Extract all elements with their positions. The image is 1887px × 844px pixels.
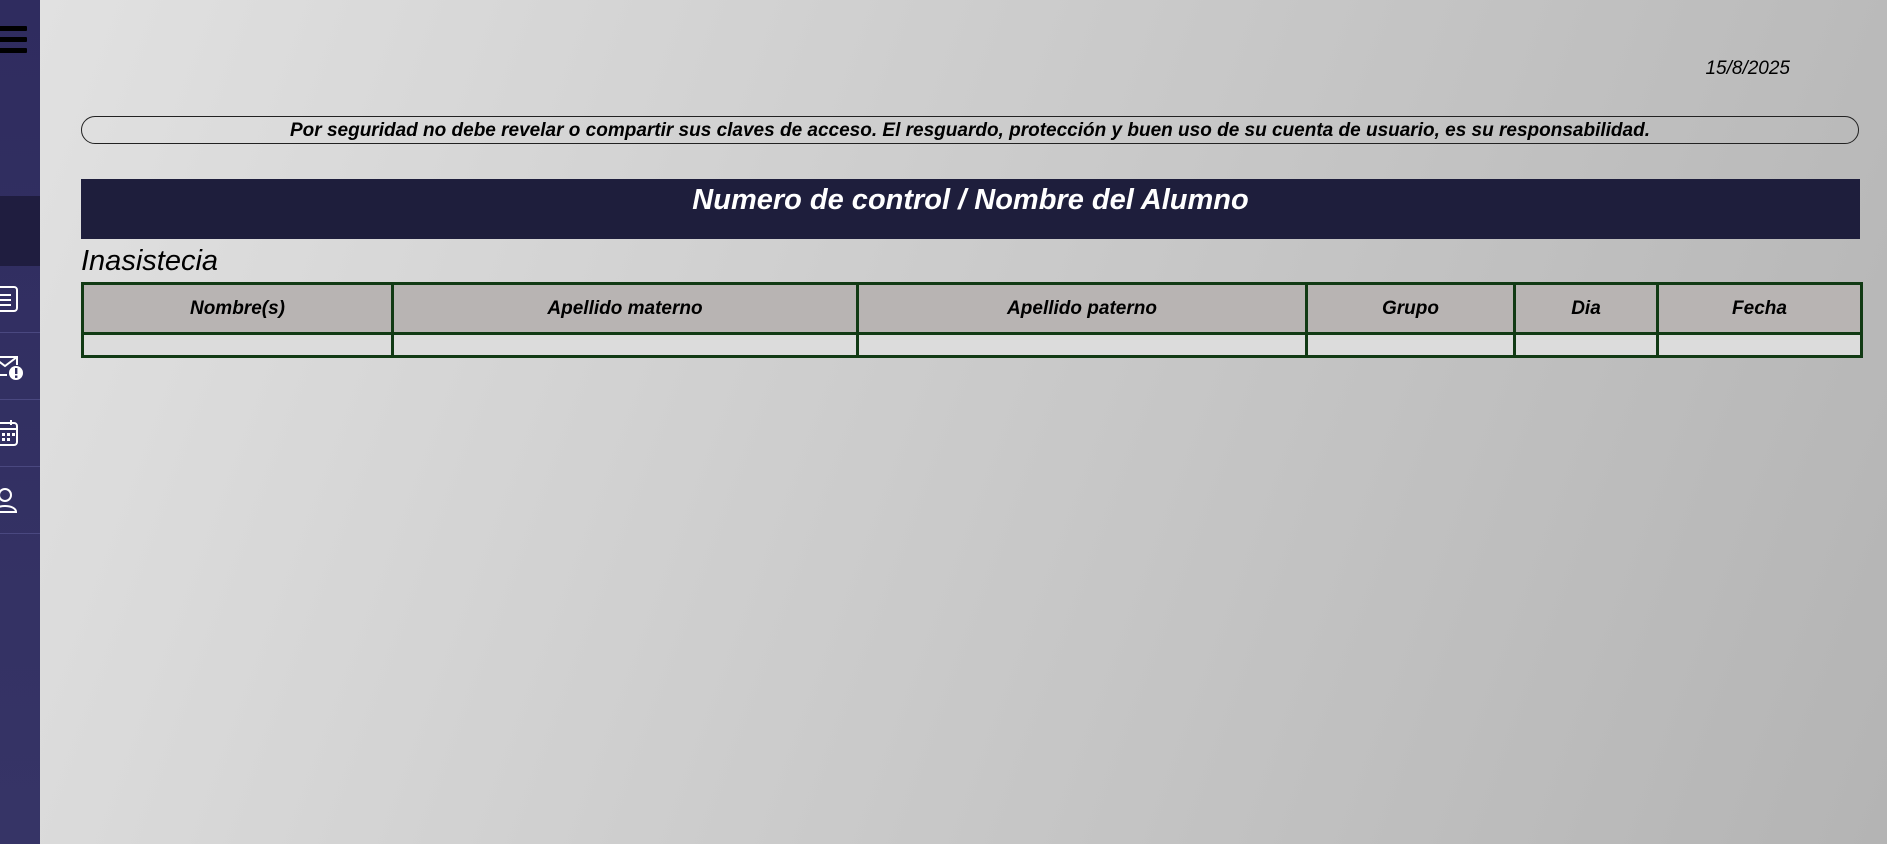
calendar-icon [0, 420, 18, 446]
student-banner: Numero de control / Nombre del Alumno [81, 179, 1860, 239]
table-cell [856, 332, 1308, 358]
table-header-row: Nombre(s) Apellido materno Apellido pate… [81, 282, 1863, 335]
column-header-nombres: Nombre(s) [81, 282, 394, 335]
app-window: 15/8/2025 Por seguridad no debe revelar … [0, 0, 1887, 844]
table-cell [1305, 332, 1516, 358]
sidebar-active-band [0, 196, 40, 266]
table-cell [81, 332, 394, 358]
absences-table: Nombre(s) Apellido materno Apellido pate… [81, 282, 1863, 358]
nav-item-calendar[interactable] [0, 400, 40, 467]
table-cell [391, 332, 859, 358]
table-cell [1656, 332, 1863, 358]
hamburger-menu-icon[interactable] [0, 26, 27, 56]
table-row [81, 332, 1863, 358]
nav-item-list[interactable] [0, 266, 40, 333]
column-header-fecha: Fecha [1656, 282, 1863, 335]
column-header-grupo: Grupo [1305, 282, 1516, 335]
nav-item-mail-alert[interactable] [0, 333, 40, 400]
main-content: 15/8/2025 Por seguridad no debe revelar … [40, 0, 1887, 844]
table-cell [1513, 332, 1659, 358]
user-icon [0, 488, 18, 513]
column-header-apellido-materno: Apellido materno [391, 282, 859, 335]
column-header-dia: Dia [1513, 282, 1659, 335]
column-header-apellido-paterno: Apellido paterno [856, 282, 1308, 335]
document-list-icon [0, 286, 18, 312]
current-date: 15/8/2025 [1705, 58, 1790, 79]
sidebar [0, 0, 40, 844]
mail-alert-icon [0, 356, 23, 380]
nav-item-user[interactable] [0, 467, 40, 534]
security-notice: Por seguridad no debe revelar o comparti… [81, 116, 1859, 144]
absences-title: Inasistecia [81, 245, 219, 277]
